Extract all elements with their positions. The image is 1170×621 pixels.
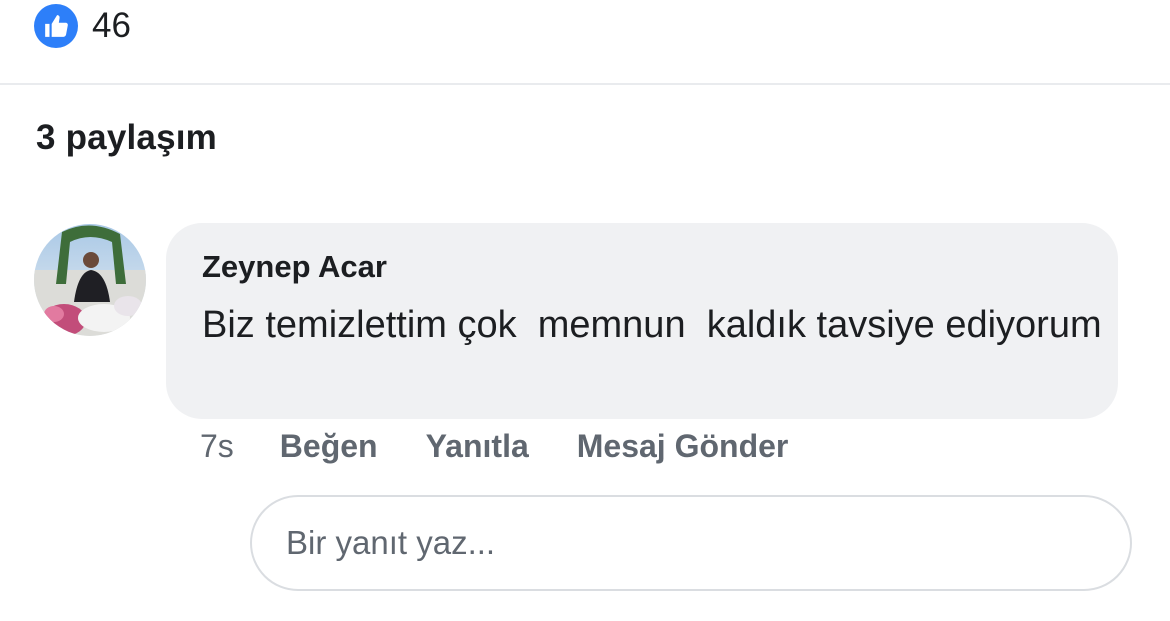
reply-button[interactable]: Yanıtla: [426, 428, 529, 465]
share-count[interactable]: 3 paylaşım: [36, 118, 217, 158]
comment-text: Biz temizlettim çok memnun kaldık tavsiy…: [202, 304, 1102, 346]
reaction-summary[interactable]: 46: [34, 4, 131, 48]
like-count: 46: [92, 6, 131, 45]
comment-actions: 7s Beğen Yanıtla Mesaj Gönder: [200, 428, 836, 465]
send-message-button[interactable]: Mesaj Gönder: [577, 428, 789, 465]
thumbs-up-icon: [34, 4, 78, 48]
reply-input[interactable]: [250, 495, 1132, 591]
divider: [0, 83, 1170, 85]
avatar[interactable]: [34, 224, 146, 336]
comment-author[interactable]: Zeynep Acar: [202, 249, 387, 285]
comment-timestamp[interactable]: 7s: [200, 428, 234, 465]
like-button[interactable]: Beğen: [280, 428, 378, 465]
comment-bubble: Zeynep Acar Biz temizlettim çok memnun k…: [166, 223, 1118, 419]
